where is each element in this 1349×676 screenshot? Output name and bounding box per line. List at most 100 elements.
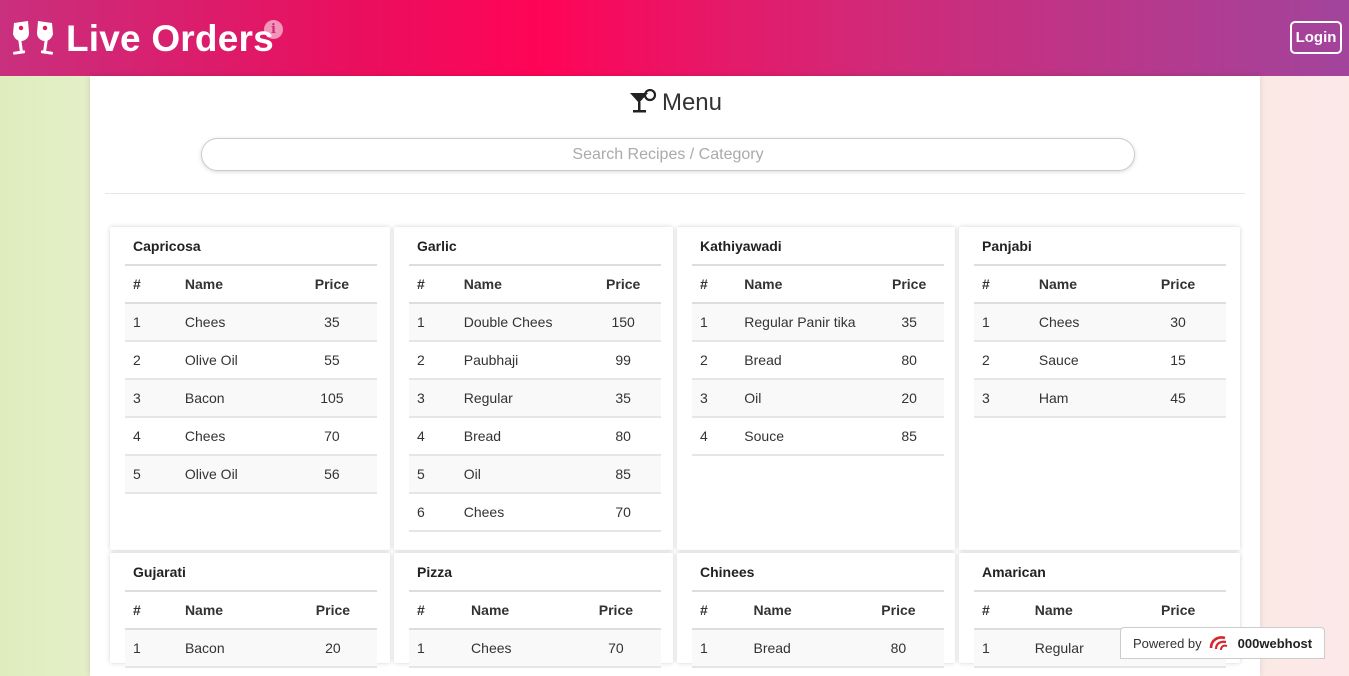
col-name-header: Name bbox=[463, 590, 571, 630]
menu-item-row[interactable]: 2 Sauce 15 bbox=[974, 341, 1226, 380]
menu-item-row[interactable]: 6 Chees 70 bbox=[409, 493, 661, 532]
item-name: Bacon bbox=[176, 629, 289, 668]
item-number: 4 bbox=[692, 417, 737, 456]
item-price: 20 bbox=[288, 629, 377, 668]
menu-item-row[interactable]: 4 Chees 70 bbox=[125, 417, 377, 456]
menu-item-row[interactable]: 4 Bread 80 bbox=[409, 417, 661, 456]
menu-item-row[interactable]: 2 Olive Oil 55 bbox=[125, 341, 377, 380]
category-table: # Name Price 1 Chees 30 2 Sauce 15 3 Ham 45 bbox=[974, 264, 1226, 418]
item-price: 80 bbox=[874, 341, 944, 380]
category-title: Pizza bbox=[417, 564, 453, 580]
item-number: 3 bbox=[974, 379, 1031, 418]
item-name: Regular Panir tika bbox=[736, 303, 875, 342]
brand[interactable]: Live Orders bbox=[10, 18, 274, 60]
item-name: Chees bbox=[176, 303, 287, 342]
app-header: Live Orders i Login bbox=[0, 0, 1349, 76]
col-name-header: Name bbox=[455, 264, 586, 304]
item-number: 1 bbox=[692, 629, 746, 668]
search-input[interactable] bbox=[201, 138, 1135, 171]
menu-item-row[interactable]: 5 Olive Oil 56 bbox=[125, 455, 377, 494]
col-num-header: # bbox=[974, 264, 1031, 304]
menu-heading-label: Menu bbox=[661, 89, 723, 116]
item-name: Bread bbox=[745, 629, 853, 668]
item-number: 2 bbox=[409, 341, 456, 380]
cocktail-icon bbox=[629, 88, 657, 113]
menu-item-row[interactable]: 3 Regular 35 bbox=[409, 379, 661, 418]
col-name-header: Name bbox=[176, 264, 287, 304]
item-name: Olive Oil bbox=[176, 341, 287, 380]
item-name: Chees bbox=[176, 417, 287, 456]
item-number: 1 bbox=[974, 303, 1031, 342]
menu-item-row[interactable]: 5 Oil 85 bbox=[409, 455, 661, 494]
item-name: Bread bbox=[455, 417, 586, 456]
col-num-header: # bbox=[409, 590, 464, 630]
item-number: 1 bbox=[409, 303, 456, 342]
item-name: Olive Oil bbox=[176, 455, 287, 494]
menu-item-row[interactable]: 4 Souce 85 bbox=[692, 417, 944, 456]
category-table: # Name Price 1 Bacon 20 bbox=[125, 590, 377, 668]
item-price: 15 bbox=[1130, 341, 1226, 380]
item-number: 2 bbox=[974, 341, 1031, 380]
col-name-header: Name bbox=[176, 590, 289, 630]
item-number: 3 bbox=[409, 379, 456, 418]
item-name: Ham bbox=[1030, 379, 1131, 418]
col-price-header: Price bbox=[1130, 264, 1226, 304]
item-price: 99 bbox=[585, 341, 661, 380]
item-price: 55 bbox=[286, 341, 377, 380]
login-button[interactable]: Login bbox=[1290, 21, 1342, 54]
col-name-header: Name bbox=[1026, 590, 1131, 630]
item-name: Oil bbox=[736, 379, 875, 418]
menu-item-row[interactable]: 3 Bacon 105 bbox=[125, 379, 377, 418]
info-icon[interactable]: i bbox=[264, 20, 283, 39]
item-name: Regular bbox=[1026, 629, 1131, 668]
item-number: 5 bbox=[409, 455, 456, 494]
col-price-header: Price bbox=[874, 264, 944, 304]
col-name-header: Name bbox=[1030, 264, 1131, 304]
category-title: Garlic bbox=[417, 238, 457, 254]
col-price-header: Price bbox=[288, 590, 377, 630]
item-price: 85 bbox=[585, 455, 661, 494]
col-num-header: # bbox=[125, 590, 177, 630]
item-price: 45 bbox=[1130, 379, 1226, 418]
col-name-header: Name bbox=[736, 264, 875, 304]
menu-item-row[interactable]: 1 Bread 80 bbox=[692, 629, 944, 668]
menu-item-row[interactable]: 3 Ham 45 bbox=[974, 379, 1226, 418]
menu-item-row[interactable]: 1 Chees 70 bbox=[409, 629, 661, 668]
menu-item-row[interactable]: 1 Bacon 20 bbox=[125, 629, 377, 668]
item-number: 3 bbox=[692, 379, 737, 418]
menu-item-row[interactable]: 1 Double Chees 150 bbox=[409, 303, 661, 342]
menu-item-row[interactable]: 3 Oil 20 bbox=[692, 379, 944, 418]
item-number: 1 bbox=[125, 629, 177, 668]
item-price: 35 bbox=[874, 303, 944, 342]
category-table: # Name Price 1 Chees 70 bbox=[409, 590, 661, 668]
menu-item-row[interactable]: 2 Paubhaji 99 bbox=[409, 341, 661, 380]
item-number: 1 bbox=[125, 303, 177, 342]
category-title: Kathiyawadi bbox=[700, 238, 782, 254]
item-number: 1 bbox=[692, 303, 737, 342]
item-price: 35 bbox=[585, 379, 661, 418]
item-price: 80 bbox=[852, 629, 944, 668]
item-price: 30 bbox=[1130, 303, 1226, 342]
col-price-header: Price bbox=[585, 264, 661, 304]
col-price-header: Price bbox=[1130, 590, 1226, 630]
item-number: 3 bbox=[125, 379, 177, 418]
menu-item-row[interactable]: 2 Bread 80 bbox=[692, 341, 944, 380]
item-name: Chees bbox=[463, 629, 571, 668]
item-price: 85 bbox=[874, 417, 944, 456]
item-price: 70 bbox=[286, 417, 377, 456]
category-table: # Name Price 1 Regular Panir tika 35 2 Bread 80 3… bbox=[692, 264, 944, 456]
col-num-header: # bbox=[974, 590, 1027, 630]
item-number: 4 bbox=[409, 417, 456, 456]
menu-item-row[interactable]: 1 Chees 30 bbox=[974, 303, 1226, 342]
col-price-header: Price bbox=[852, 590, 944, 630]
menu-item-row[interactable]: 1 Regular Panir tika 35 bbox=[692, 303, 944, 342]
webhost-logo-icon bbox=[1209, 636, 1227, 651]
menu-item-row[interactable]: 1 Chees 35 bbox=[125, 303, 377, 342]
item-name: Chees bbox=[1030, 303, 1131, 342]
powered-by-badge[interactable]: Powered by 000webhost bbox=[1120, 627, 1325, 659]
category-title: Chinees bbox=[700, 564, 755, 580]
item-name: Sauce bbox=[1030, 341, 1131, 380]
cheers-glasses-icon bbox=[13, 21, 53, 55]
item-name: Bacon bbox=[176, 379, 287, 418]
category-table: # Name Price 1 Double Chees 150 2 Paubhaji 99 3 Re… bbox=[409, 264, 661, 532]
